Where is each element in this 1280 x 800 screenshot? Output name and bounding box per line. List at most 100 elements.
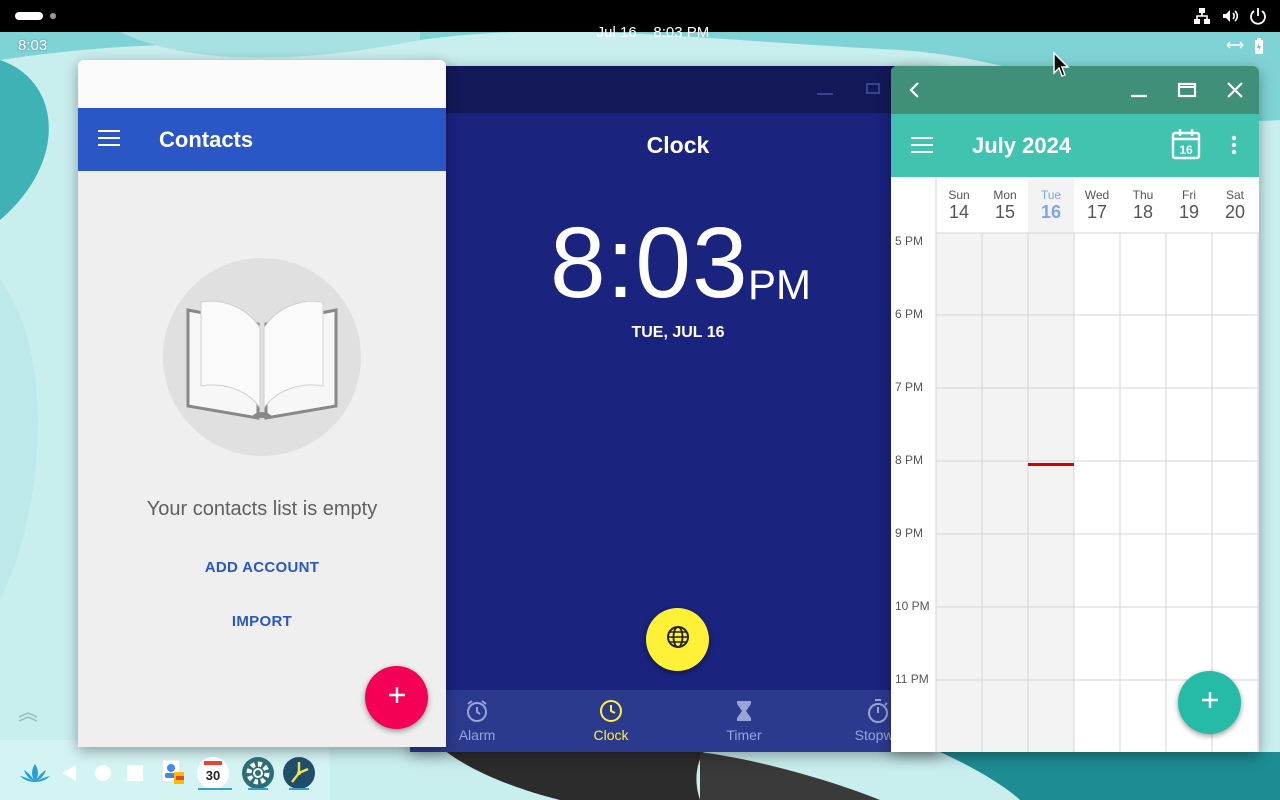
day-date: 17 [1086,202,1108,222]
system-bar: Jul 16 8:03 PM [0,0,1280,41]
plus-icon [387,685,407,710]
day-name: Fri [1182,188,1196,202]
day-name: Wed [1084,188,1110,202]
maximize-icon[interactable] [866,83,880,94]
empty-message: Your contacts list is empty [146,498,378,520]
hour-label: 10 PM [895,599,930,613]
calendar-window: July 2024 16 Sun 14 Mon 15 Tue 16 Wed 17… [891,66,1259,752]
day-date: 14 [948,202,970,222]
contacts-title: Contacts [159,127,254,152]
calendar-app-icon[interactable]: 30 [196,756,230,790]
launcher-pill[interactable] [15,12,43,20]
import-button[interactable]: IMPORT [78,613,446,630]
network-icon[interactable] [1192,6,1212,26]
tab-clock[interactable]: Clock [566,698,656,743]
tab-timer[interactable]: Timer [699,698,789,743]
minimize-icon[interactable] [817,93,833,95]
day-header-fri[interactable]: Fri 19 [1166,177,1212,233]
battery-icon [1254,38,1264,59]
calendar-appbar: July 2024 16 [891,114,1259,177]
day-header-wed[interactable]: Wed 17 [1074,177,1120,233]
hour-label: 7 PM [895,380,924,394]
add-contact-button[interactable] [365,666,428,729]
back-icon[interactable] [56,756,90,790]
day-header-sat[interactable]: Sat 20 [1212,177,1258,233]
calendar-title: July 2024 [972,133,1072,158]
overflow-menu-icon[interactable] [1231,135,1237,160]
add-account-button[interactable]: ADD ACCOUNT [78,559,446,576]
contacts-window: Contacts Your contacts list is empty ADD… [78,60,446,747]
hour-label: 5 PM [895,234,924,248]
day-name: Tue [1040,188,1062,202]
active-app-indicator [248,788,268,790]
day-header-tue[interactable]: Tue 16 [1028,177,1074,233]
day-header-thu[interactable]: Thu 18 [1120,177,1166,233]
contacts-app-icon[interactable] [156,756,190,790]
tab-timer-label: Timer [726,727,762,743]
day-header-mon[interactable]: Mon 15 [982,177,1028,233]
maximize-icon[interactable] [1175,78,1199,102]
world-clock-button[interactable] [646,608,709,671]
close-icon[interactable] [1223,78,1247,102]
hour-label: 6 PM [895,307,924,321]
active-app-indicator [198,788,232,790]
tab-clock-label: Clock [593,727,629,743]
week-grid[interactable]: Sun 14 Mon 15 Tue 16 Wed 17 Thu 18 Fri 1… [891,177,1259,752]
clock-time: 8:03 [550,207,749,319]
back-arrow-icon[interactable] [903,78,927,102]
plus-icon [1200,690,1220,715]
stopwatch-icon [868,699,888,723]
hour-label: 9 PM [895,526,924,540]
hour-label: 8 PM [895,453,924,467]
day-date: 18 [1132,202,1154,222]
clock-app-icon[interactable] [282,756,316,790]
current-time-indicator [1028,463,1074,466]
day-name: Sun [948,188,970,202]
empty-contacts-illustration [163,258,361,456]
clock-icon [600,700,622,722]
home-icon[interactable] [86,756,120,790]
hourglass-icon [737,701,751,721]
settings-app-icon[interactable] [241,756,275,790]
calendar-app-icon-day: 30 [206,768,220,783]
calendar-titlebar[interactable] [891,66,1259,114]
chevron-up-icon[interactable] [17,711,39,723]
workspace-dot[interactable] [50,13,56,19]
power-icon[interactable] [1248,6,1268,26]
open-book-icon [186,300,338,420]
today-icon[interactable]: 16 [1171,128,1201,165]
status-time: 8:03 [18,37,48,54]
add-event-button[interactable] [1178,671,1241,734]
contacts-titlebar[interactable] [78,60,446,108]
clock-titlebar[interactable] [410,66,940,113]
clock-window: Clock 8:03 PM TUE, JUL 16 Alarm Clock Ti… [410,66,940,752]
volume-icon[interactable] [1220,6,1240,26]
clock-date: TUE, JUL 16 [631,324,725,341]
day-date: 19 [1178,202,1200,222]
day-name: Mon [993,188,1017,202]
screen-resize-icon [1226,38,1244,59]
day-name: Thu [1132,188,1154,202]
clock-bottom-nav: Alarm Clock Timer Stopwa [410,690,940,752]
minimize-icon[interactable] [1127,78,1151,102]
day-header-sun[interactable]: Sun 14 [936,177,982,233]
day-name: Sat [1225,188,1244,202]
status-row: 8:03 [0,32,1280,58]
hour-label: 11 PM [895,672,929,686]
contacts-appbar: Contacts [78,108,446,171]
clock-ampm: PM [748,261,811,308]
day-date: 20 [1224,202,1246,222]
mouse-cursor-icon [1053,51,1070,77]
globe-icon [666,625,690,654]
active-app-indicator [289,788,309,790]
menu-icon[interactable] [911,137,933,158]
day-date: 16 [1040,202,1062,222]
launcher-icon[interactable] [18,756,52,790]
clock-title: Clock [646,132,710,158]
week-grid-lines [935,177,1259,752]
day-date: 15 [994,202,1016,222]
alarm-icon [467,700,487,722]
menu-icon[interactable] [98,130,120,151]
tab-alarm-label: Alarm [458,727,496,743]
recents-icon[interactable] [118,756,152,790]
